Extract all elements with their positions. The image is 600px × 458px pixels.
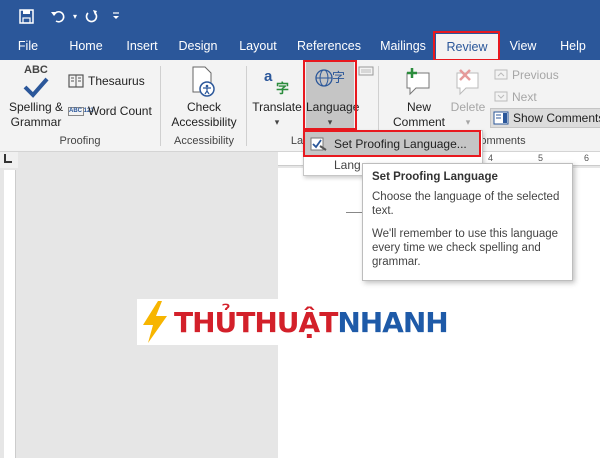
save-icon (18, 8, 34, 24)
language-button[interactable]: 字 Language ▾ (306, 62, 359, 128)
delete-comment-icon (448, 64, 488, 100)
customize-qat-icon (113, 12, 119, 19)
group-separator (160, 66, 161, 146)
undo-icon (51, 10, 65, 23)
tab-selector[interactable] (0, 152, 18, 168)
thesaurus-button[interactable]: Thesaurus (68, 74, 145, 88)
group-label-comments: omments (480, 135, 526, 147)
spelling-grammar-button[interactable]: ABC Spelling & Grammar (4, 64, 68, 130)
set-proofing-language-item[interactable]: Set Proofing Language... (305, 132, 481, 156)
undo-button[interactable] (46, 4, 72, 28)
previous-comment-button[interactable]: Previous (494, 68, 559, 82)
translate-glyph-b: 字 (276, 81, 290, 96)
page-text-line (346, 212, 362, 213)
redo-icon (85, 9, 97, 22)
ruler-mark: 6 (584, 153, 590, 163)
tab-review[interactable]: Review (436, 34, 498, 60)
title-bar: ▾ (0, 0, 600, 32)
keyboard-icon (358, 66, 374, 76)
tooltip-description: Choose the language of the selected text… (372, 191, 560, 217)
next-comment-button[interactable]: Next (494, 90, 537, 104)
group-label-accessibility: Accessibility (174, 135, 234, 147)
new-comment-icon (388, 64, 450, 100)
spelling-icon: ABC (4, 64, 68, 100)
accessibility-doc-icon (192, 66, 215, 97)
thesaurus-icon (68, 74, 84, 88)
comment-x-icon (456, 69, 479, 96)
vertical-ruler[interactable] (4, 170, 16, 458)
thuthuatnhanh-logo: THỦTHUẬT NHANH (137, 299, 455, 345)
next-comment-icon (494, 91, 508, 102)
language-dropdown-arrow: ▾ (327, 117, 333, 127)
ruler-mark: 4 (488, 153, 494, 163)
ribbon: ABC Spelling & Grammar Thesaurus ABC 123… (0, 60, 600, 152)
tab-references[interactable]: References (296, 32, 362, 60)
translate-icon: a 字 (250, 64, 304, 100)
customize-qat-button[interactable] (108, 4, 124, 28)
tooltip-note: We'll remember to use this language ever… (372, 228, 559, 268)
spelling-check-icon (23, 77, 49, 98)
language-options-button[interactable] (358, 66, 374, 76)
delete-comment-button[interactable]: Delete ▾ (448, 64, 488, 130)
tab-help[interactable]: Help (556, 32, 590, 60)
tab-stop-icon (4, 154, 12, 163)
new-comment-button[interactable]: New Comment (388, 64, 450, 130)
word-count-icon: ABC 123 (68, 106, 94, 116)
lightning-icon (143, 301, 167, 343)
check-accessibility-button[interactable]: Check Accessibility (168, 64, 240, 130)
delete-dropdown-arrow: ▾ (465, 117, 471, 127)
translate-glyph-a: a (264, 68, 273, 85)
logo-text-red: THỦTHUẬT (174, 305, 338, 339)
accessibility-icon (168, 64, 240, 100)
proofing-language-icon (310, 137, 327, 151)
group-label-proofing: Proofing (59, 135, 101, 147)
globe-icon (315, 69, 333, 87)
show-comments-icon (493, 111, 509, 125)
ribbon-tab-bar: File Home Insert Design Layout Reference… (0, 32, 600, 60)
tab-file[interactable]: File (10, 32, 46, 60)
tab-view[interactable]: View (504, 32, 542, 60)
ruler-mark: 5 (538, 153, 544, 163)
group-separator (246, 66, 247, 146)
translate-button[interactable]: a 字 Translate ▾ (250, 64, 304, 130)
tab-design[interactable]: Design (174, 32, 222, 60)
language-icon: 字 (306, 62, 354, 100)
show-comments-button[interactable]: Show Comments (490, 108, 600, 128)
tab-insert[interactable]: Insert (120, 32, 164, 60)
comment-plus-icon (406, 68, 430, 96)
tooltip-title: Set Proofing Language (372, 171, 498, 183)
word-count-button[interactable]: ABC 123 Word Count (68, 104, 152, 118)
previous-comment-icon (494, 69, 508, 80)
logo-text-blue: NHANH (337, 305, 448, 339)
language-glyph: 字 (332, 70, 346, 85)
set-proofing-language-tooltip: Set Proofing Language Choose the languag… (362, 163, 573, 281)
language-preferences-item[interactable]: Lang (334, 158, 361, 172)
redo-button[interactable] (80, 4, 102, 28)
tab-layout[interactable]: Layout (234, 32, 282, 60)
save-button[interactable] (14, 4, 38, 28)
translate-dropdown-arrow: ▾ (274, 117, 280, 127)
undo-dropdown[interactable]: ▾ (70, 4, 80, 28)
tab-mailings[interactable]: Mailings (376, 32, 430, 60)
tab-home[interactable]: Home (64, 32, 108, 60)
